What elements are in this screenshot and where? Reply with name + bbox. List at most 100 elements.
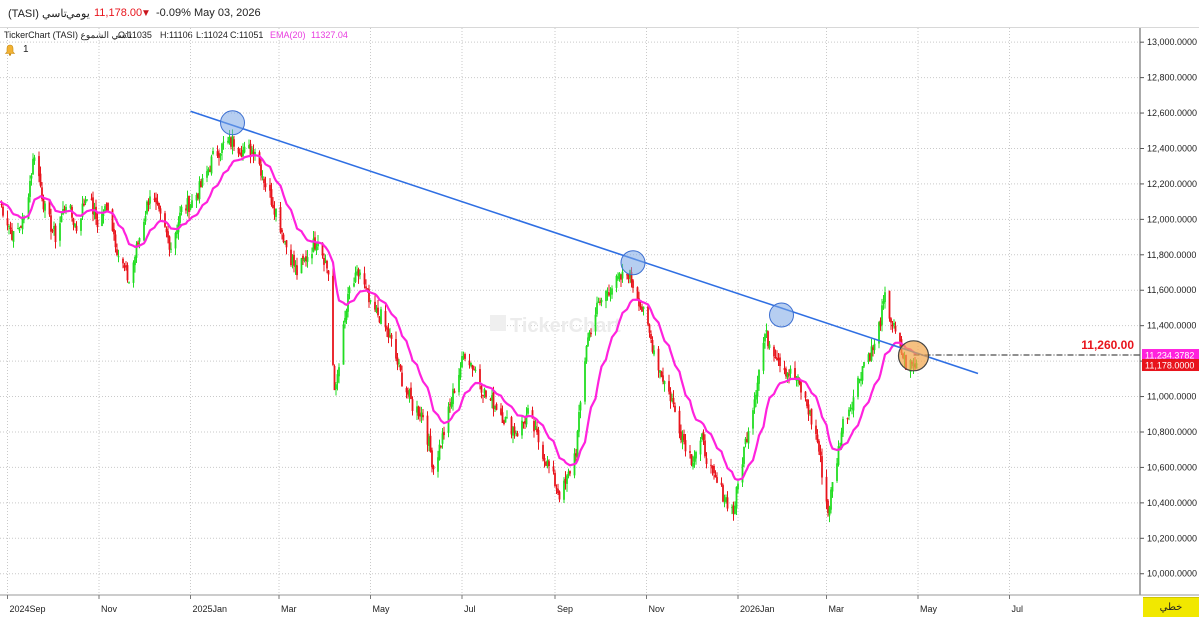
- candle-body: [726, 497, 729, 509]
- watermark-logo: [490, 315, 506, 331]
- candle-body: [201, 177, 204, 186]
- candle-body: [836, 463, 838, 481]
- candle-body: [359, 272, 361, 275]
- candle-body: [689, 451, 691, 453]
- candle-body: [281, 229, 283, 233]
- top-toolbar: (TASI) تاسي يومي 11,178.00 ▼ -0.09% May …: [0, 0, 1199, 28]
- x-tick-label: Jul: [464, 604, 476, 614]
- x-tick-label: Mar: [281, 604, 297, 614]
- x-tick-label: Sep: [557, 604, 573, 614]
- candle-body: [210, 156, 213, 174]
- candle-body: [804, 391, 807, 398]
- candle-body: [18, 228, 21, 231]
- draw-tool-button[interactable]: خطي: [1143, 597, 1199, 617]
- candle-body: [594, 314, 597, 332]
- y-tick-label: 10,800.0000: [1147, 427, 1197, 437]
- candle-body: [747, 430, 750, 444]
- candle-body: [554, 472, 556, 487]
- candle-body: [647, 306, 649, 325]
- candle-body: [479, 369, 481, 385]
- candle-body: [282, 234, 285, 243]
- candle-body: [794, 368, 796, 379]
- candle-body: [353, 283, 355, 287]
- candle-body: [212, 151, 214, 155]
- candle-body: [338, 367, 340, 377]
- candle-body: [233, 139, 235, 147]
- candle-body: [735, 486, 738, 509]
- candle-body: [537, 429, 540, 443]
- candle-body: [143, 221, 145, 241]
- candle-body: [459, 368, 462, 378]
- candle-body: [480, 386, 483, 393]
- symbol-name[interactable]: (TASI) تاسي: [8, 7, 67, 20]
- candle-body: [327, 270, 330, 275]
- candle-body: [113, 229, 115, 235]
- candle-body: [576, 431, 579, 458]
- candle-body: [354, 272, 357, 282]
- candle-body: [83, 203, 85, 206]
- change-percent: -0.09%: [156, 7, 191, 19]
- candle-body: [174, 233, 177, 249]
- candle-body: [6, 218, 9, 226]
- y-tick-label: 12,800.0000: [1147, 73, 1197, 83]
- candle-body: [332, 275, 334, 365]
- touch-marker-circle[interactable]: [769, 302, 794, 328]
- y-tick-label: 10,600.0000: [1147, 462, 1197, 472]
- alert-count: 1: [23, 44, 29, 55]
- candle-body: [335, 384, 337, 390]
- candle-body: [767, 331, 769, 347]
- candle-body: [102, 214, 105, 216]
- candle-body: [753, 399, 756, 409]
- candle-body: [819, 451, 822, 456]
- candle-body: [158, 202, 160, 209]
- candle-body: [432, 465, 435, 470]
- candle-body: [543, 458, 546, 461]
- candle-body: [410, 387, 412, 400]
- candle-body: [683, 434, 685, 441]
- candle-body: [578, 411, 580, 432]
- candle-body: [482, 394, 484, 396]
- candle-body: [279, 207, 282, 233]
- candle-body: [842, 419, 844, 434]
- touch-marker-circle[interactable]: [620, 250, 646, 276]
- candle-body: [807, 404, 810, 415]
- candle-body: [422, 415, 424, 418]
- candle-body: [810, 408, 813, 425]
- candle-body: [663, 381, 666, 385]
- candle-body: [548, 461, 550, 467]
- candle-body: [264, 183, 267, 188]
- price-tags: 11,234.378211,178.0000: [1142, 349, 1199, 372]
- x-tick-label: 2026Jan: [740, 604, 775, 614]
- candle-body: [768, 344, 771, 348]
- candle-body: [816, 434, 819, 442]
- candle-body: [188, 195, 190, 213]
- candle-body: [134, 257, 136, 266]
- candle-body: [221, 143, 223, 154]
- candle-body: [590, 332, 592, 335]
- candle-body: [116, 249, 118, 255]
- touch-marker-circle[interactable]: [220, 110, 245, 136]
- current-marker-circle[interactable]: [897, 340, 930, 372]
- candle-body: [710, 464, 712, 466]
- candle-body: [326, 260, 328, 269]
- candle-body: [80, 218, 82, 231]
- candle-body: [789, 368, 792, 374]
- y-tick-label: 10,200.0000: [1147, 533, 1197, 543]
- y-tick-label: 13,000.0000: [1147, 37, 1197, 47]
- candle-body: [75, 225, 78, 231]
- candle-body: [669, 391, 672, 402]
- candle-body: [59, 223, 61, 241]
- candle-body: [821, 456, 823, 478]
- period-label[interactable]: يومي: [66, 7, 90, 20]
- candle-body: [471, 365, 474, 369]
- price-chart[interactable]: TickerChart 11,260.00 10,000.0000 10,200.…: [0, 28, 1199, 619]
- candle-body: [830, 489, 832, 510]
- candle-body: [569, 471, 571, 474]
- bell-icon[interactable]: [4, 44, 16, 56]
- candle-body: [443, 431, 445, 436]
- candle-body: [9, 227, 12, 230]
- candle-body: [431, 450, 433, 468]
- candle-body: [222, 141, 225, 143]
- candle-body: [891, 324, 894, 327]
- candle-body: [779, 357, 781, 367]
